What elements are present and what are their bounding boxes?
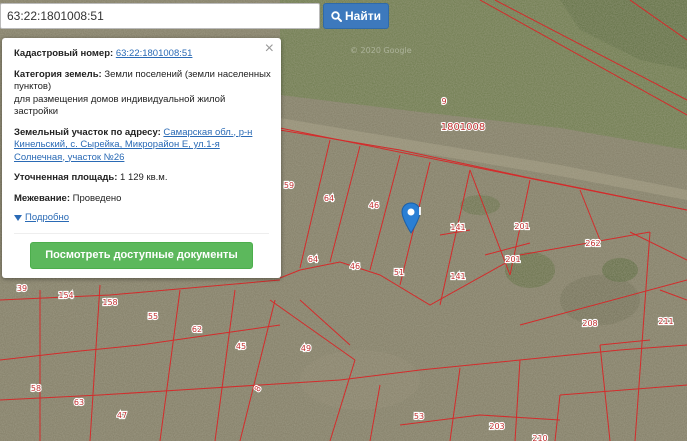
parcel-label-46: 46 <box>350 262 360 271</box>
area-label: Уточненная площадь: <box>14 172 118 183</box>
parcel-label-51: 51 <box>394 268 404 277</box>
land-category-row: Категория земель: Земли поселений (земли… <box>14 69 271 119</box>
land-category-label: Категория земель: <box>14 68 102 80</box>
parcel-label-141: 141 <box>450 272 465 281</box>
parcel-label-203: 203 <box>489 422 504 431</box>
map-watermark: © 2020 Google <box>350 46 412 55</box>
parcel-label-262: 262 <box>585 239 600 248</box>
close-icon[interactable]: × <box>265 41 274 57</box>
survey-label: Межевание: <box>14 192 70 204</box>
parcel-label-59: 59 <box>284 181 294 190</box>
parcel-label-63: 63 <box>74 398 84 407</box>
parcel-label-64: 64 <box>324 194 334 203</box>
search-button[interactable]: Найти <box>323 3 389 29</box>
search-icon <box>331 10 342 22</box>
search-input[interactable] <box>0 3 320 29</box>
cadastral-number-link[interactable]: 63:22:1801008:51 <box>116 48 193 59</box>
parcel-label-46: 46 <box>369 201 379 210</box>
search-bar: Найти <box>0 3 389 29</box>
popup-divider <box>14 233 269 234</box>
cadastral-number-row: Кадастровый номер: 63:22:1801008:51 <box>14 48 271 61</box>
parcel-label-9: 9 <box>441 97 446 106</box>
parcel-label-45: 45 <box>236 342 246 351</box>
location-marker-icon[interactable] <box>401 202 421 234</box>
parcel-label-58: 58 <box>31 384 41 393</box>
parcel-label-49: 49 <box>301 344 311 353</box>
parcel-label-141: 141 <box>450 223 465 232</box>
parcel-label-53: 53 <box>414 412 424 421</box>
parcel-label-211: 211 <box>658 317 673 326</box>
parcel-label-55: 55 <box>148 312 158 321</box>
parcel-info-popup: × Кадастровый номер: 63:22:1801008:51 Ка… <box>2 38 281 278</box>
parcel-label-62: 62 <box>192 325 202 334</box>
parcel-label-39: 39 <box>17 284 27 293</box>
survey-value: Проведено <box>72 192 122 204</box>
parcel-label-158: 158 <box>102 298 117 307</box>
land-use-value: для размещения домов индивидуальной жило… <box>14 93 226 118</box>
address-row: Земельный участок по адресу: Самарская о… <box>14 127 271 165</box>
parcel-label-47: 47 <box>117 411 127 420</box>
area-row: Уточненная площадь: 1 129 кв.м. <box>14 172 271 185</box>
cadastral-number-label: Кадастровый номер: <box>14 48 114 59</box>
parcel-label-210: 210 <box>532 434 547 441</box>
address-label: Земельный участок по адресу: <box>14 126 161 138</box>
survey-row: Межевание: Проведено <box>14 193 271 206</box>
parcel-label-208: 208 <box>582 319 597 328</box>
caret-down-icon <box>14 215 22 222</box>
details-toggle[interactable]: Подробно <box>14 212 271 225</box>
details-toggle-label: Подробно <box>25 212 69 223</box>
parcel-label-201: 201 <box>505 255 520 264</box>
parcel-label-154: 154 <box>58 291 73 300</box>
search-button-label: Найти <box>345 9 381 23</box>
parcel-label-201: 201 <box>514 222 529 231</box>
cadastral-block-number: 1801008 <box>441 122 486 133</box>
parcel-label-64: 64 <box>308 255 318 264</box>
area-value: 1 129 кв.м. <box>120 172 168 183</box>
view-documents-button[interactable]: Посмотреть доступные документы <box>30 242 253 269</box>
